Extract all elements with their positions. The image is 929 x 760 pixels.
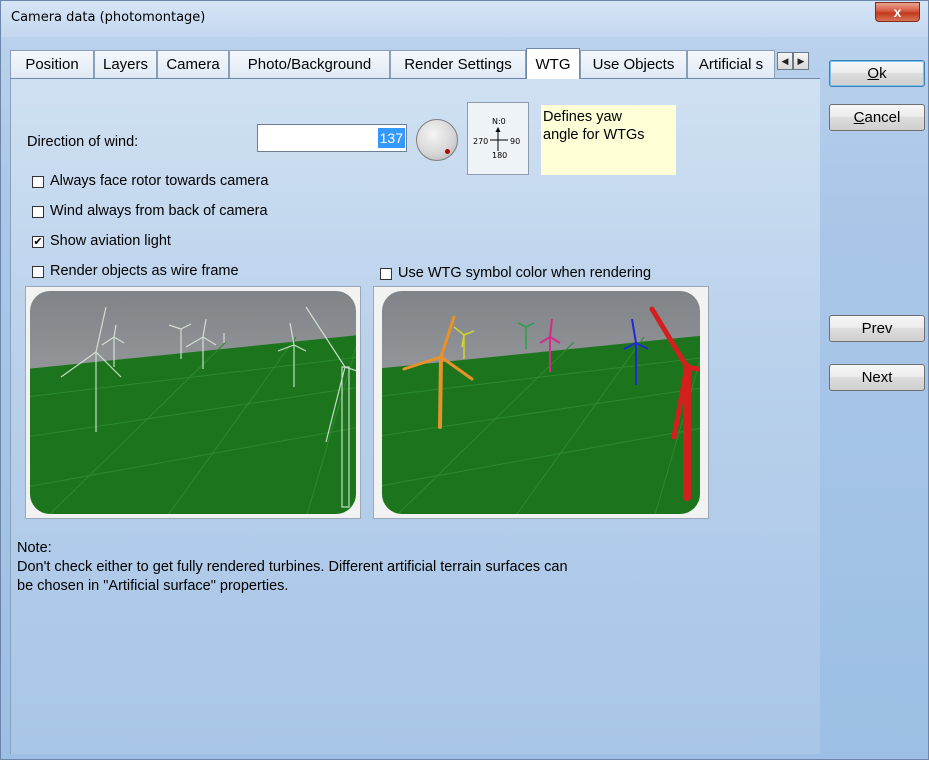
tab-scroll-right-icon[interactable]: ▶ [793, 52, 809, 70]
wind-direction-value: 137 [377, 128, 405, 148]
wind-back-label[interactable]: Wind always from back of camera [50, 203, 268, 219]
rendered-preview-image [373, 286, 709, 519]
yaw-hint-box: Defines yaw angle for WTGs [541, 105, 676, 175]
ok-button[interactable]: Ok [829, 60, 925, 87]
cancel-label-rest: ancel [864, 109, 901, 126]
compass-cross-icon [490, 127, 508, 151]
note-text: Note: Don't check either to get fully re… [17, 539, 568, 596]
prev-button[interactable]: Prev [829, 315, 925, 342]
camera-data-dialog: Camera data (photomontage) x Position La… [0, 0, 929, 760]
tab-photo-background[interactable]: Photo/Background [229, 50, 390, 78]
note-line2: be chosen in "Artificial surface" proper… [17, 578, 289, 594]
wire-frame-label[interactable]: Render objects as wire frame [50, 263, 239, 279]
note-heading: Note: [17, 540, 52, 556]
next-button[interactable]: Next [829, 364, 925, 391]
aviation-light-checkbox[interactable]: ✔ [32, 236, 44, 248]
wind-direction-label: Direction of wind: [27, 134, 139, 150]
wireframe-preview-image [25, 286, 361, 519]
wire-frame-checkbox[interactable] [32, 266, 44, 278]
wind-back-checkbox[interactable] [32, 206, 44, 218]
close-button[interactable]: x [875, 2, 920, 22]
ok-label-rest: k [879, 65, 887, 82]
tab-position[interactable]: Position [10, 50, 94, 78]
tab-divider [10, 78, 820, 79]
face-rotor-label[interactable]: Always face rotor towards camera [50, 173, 268, 189]
tab-layers[interactable]: Layers [94, 50, 157, 78]
tab-use-objects[interactable]: Use Objects [580, 50, 687, 78]
wireframe-preview-svg [30, 291, 356, 514]
tab-artificial-surface[interactable]: Artificial s [687, 50, 775, 78]
wind-direction-input[interactable]: 137 [257, 124, 407, 152]
tab-render-settings[interactable]: Render Settings [390, 50, 526, 78]
yaw-hint-line2: angle for WTGs [543, 127, 645, 143]
title-bar[interactable]: Camera data (photomontage) x [1, 1, 928, 37]
symbol-color-checkbox[interactable] [380, 268, 392, 280]
ok-accel: O [867, 65, 880, 82]
dial-marker [445, 149, 450, 154]
aviation-light-label[interactable]: Show aviation light [50, 233, 171, 249]
rendered-preview-svg [382, 291, 700, 514]
note-line1: Don't check either to get fully rendered… [17, 559, 568, 575]
wind-direction-dial-icon[interactable] [416, 119, 458, 161]
cancel-button[interactable]: Cancel [829, 104, 925, 131]
tab-strip: Position Layers Camera Photo/Background … [10, 48, 820, 79]
symbol-color-label[interactable]: Use WTG symbol color when rendering [398, 265, 651, 281]
tab-camera[interactable]: Camera [157, 50, 229, 78]
compass-icon: N:0 270 90 180 [467, 102, 529, 175]
tab-scroll-left-icon[interactable]: ◀ [777, 52, 793, 70]
face-rotor-checkbox[interactable] [32, 176, 44, 188]
yaw-hint-line1: Defines yaw [543, 109, 622, 125]
window-title: Camera data (photomontage) [11, 10, 206, 25]
cancel-accel: C [853, 109, 865, 126]
tab-wtg[interactable]: WTG [526, 48, 580, 79]
